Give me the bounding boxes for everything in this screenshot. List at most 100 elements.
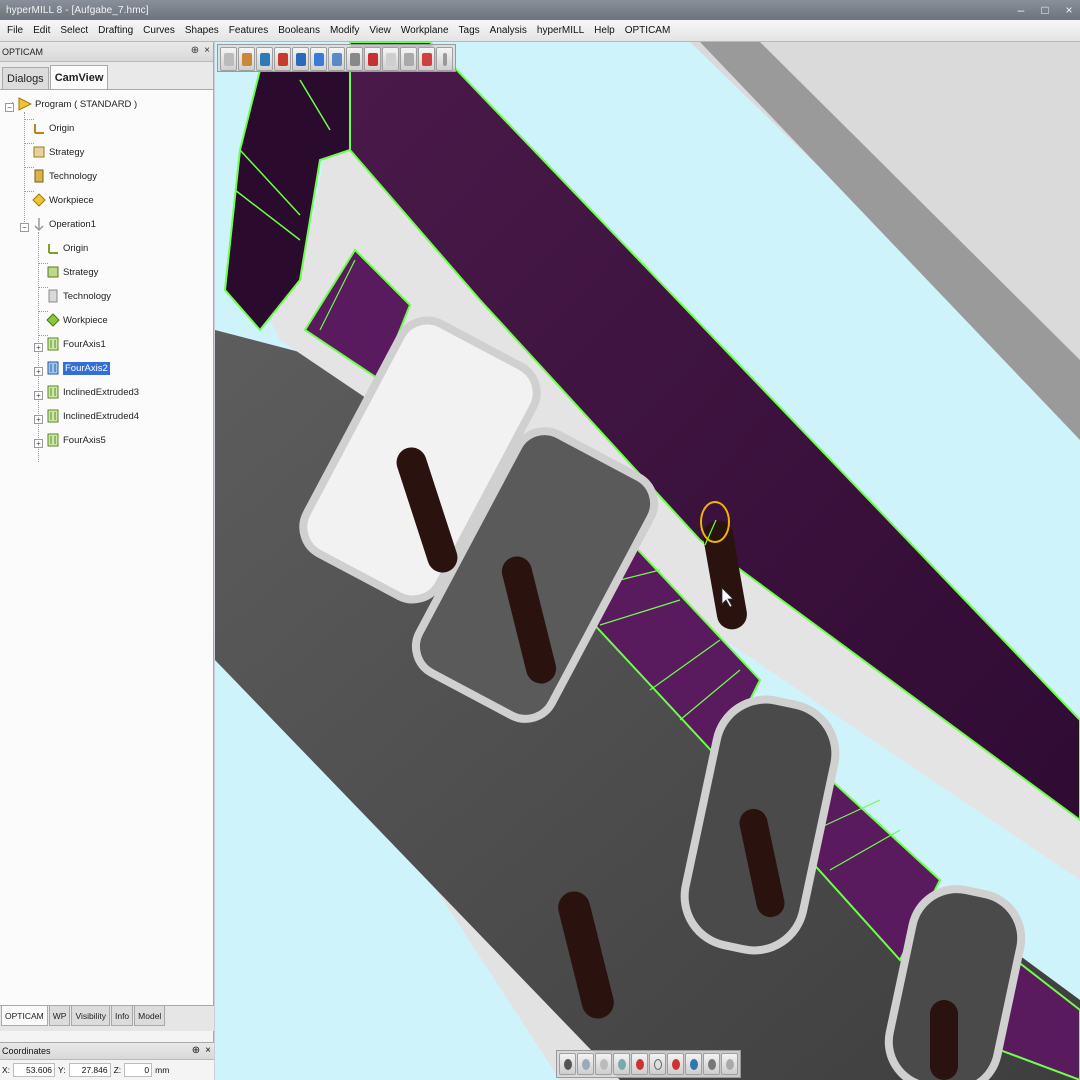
- menu-features[interactable]: Features: [224, 25, 273, 36]
- strategy-icon: [32, 145, 46, 159]
- new-file-button[interactable]: [220, 47, 237, 71]
- tab-wp[interactable]: WP: [48, 1006, 71, 1026]
- menu-workplane[interactable]: Workplane: [396, 25, 454, 36]
- menu-opticam[interactable]: OPTICAM: [620, 25, 676, 36]
- z-field[interactable]: 0: [124, 1063, 153, 1077]
- origin-icon: [46, 241, 60, 255]
- menu-curves[interactable]: Curves: [138, 25, 180, 36]
- tab-model[interactable]: Model: [134, 1006, 166, 1026]
- expand-operation-toggle[interactable]: −: [20, 223, 29, 232]
- slot-hole: [930, 1000, 958, 1080]
- menu-help[interactable]: Help: [589, 25, 620, 36]
- highlight-button[interactable]: [667, 1053, 684, 1075]
- tree-item-workpiece[interactable]: Workpiece: [32, 189, 94, 211]
- stock-button[interactable]: [418, 47, 435, 71]
- pin-icon[interactable]: ⊕: [192, 1045, 200, 1056]
- tab-dialogs[interactable]: Dialogs: [2, 67, 49, 89]
- operation-icon: [32, 217, 46, 232]
- menu-tags[interactable]: Tags: [454, 25, 485, 36]
- feature-icon: [46, 361, 60, 375]
- tab-opticam[interactable]: OPTICAM: [1, 1006, 48, 1026]
- calculate-button[interactable]: [274, 47, 291, 71]
- tree-label: FourAxis1: [63, 338, 106, 350]
- tree-label: Program ( STANDARD ): [35, 98, 138, 110]
- tree-item-feature[interactable]: InclinedExtruded3: [46, 381, 139, 403]
- tree-label: InclinedExtruded4: [63, 410, 140, 422]
- draw-button[interactable]: [703, 1053, 720, 1075]
- edit-button[interactable]: [328, 47, 345, 71]
- tab-camview[interactable]: CamView: [49, 65, 109, 89]
- panel-bottom-tabs: OPTICAM WP Visibility Info Model: [0, 1005, 214, 1031]
- tab-visibility[interactable]: Visibility: [71, 1006, 110, 1026]
- tree-item-op-strategy[interactable]: Strategy: [46, 261, 98, 283]
- tree-label: Technology: [63, 290, 112, 302]
- tree-item-op-origin[interactable]: Origin: [46, 237, 88, 259]
- menu-booleans[interactable]: Booleans: [273, 25, 325, 36]
- info-button[interactable]: [346, 47, 363, 71]
- tree-item-feature[interactable]: FourAxis1: [46, 333, 106, 355]
- opticam-panel: OPTICAM ⊕ × Dialogs CamView − Program ( …: [0, 42, 214, 1042]
- model-view: [215, 42, 1080, 1080]
- settings-view-button[interactable]: [721, 1053, 738, 1075]
- tree-item-feature[interactable]: InclinedExtruded4: [46, 405, 139, 427]
- expand-feature-toggle[interactable]: +: [34, 415, 43, 424]
- tree-label: Origin: [63, 242, 89, 254]
- tool-button[interactable]: [310, 47, 327, 71]
- tree-item-op-technology[interactable]: Technology: [46, 285, 111, 307]
- z-label: Z:: [113, 1065, 122, 1075]
- x-field[interactable]: 53.606: [13, 1063, 56, 1077]
- rotate-view-button[interactable]: [577, 1053, 594, 1075]
- tree-item-op-workpiece[interactable]: Workpiece: [46, 309, 108, 331]
- expand-feature-toggle[interactable]: +: [34, 391, 43, 400]
- menu-file[interactable]: File: [2, 25, 28, 36]
- pan-view-button[interactable]: [595, 1053, 612, 1075]
- coordinates-close-icon[interactable]: ×: [205, 1045, 211, 1056]
- tree-item-feature-selected[interactable]: FourAxis2: [46, 357, 110, 379]
- shading-button[interactable]: [559, 1053, 576, 1075]
- window-title: hyperMILL 8 - [Aufgabe_7.hmc]: [6, 4, 149, 16]
- tree-item-feature[interactable]: FourAxis5: [46, 429, 106, 451]
- open-file-button[interactable]: [238, 47, 255, 71]
- view-mode-button[interactable]: [649, 1053, 666, 1075]
- tree-label: Operation1: [49, 218, 97, 230]
- menu-edit[interactable]: Edit: [28, 25, 55, 36]
- measure-button[interactable]: [631, 1053, 648, 1075]
- menu-view[interactable]: View: [364, 25, 396, 36]
- tab-info[interactable]: Info: [110, 1006, 134, 1026]
- menu-hypermill[interactable]: hyperMILL: [532, 25, 589, 36]
- menu-select[interactable]: Select: [55, 25, 93, 36]
- expand-feature-toggle[interactable]: +: [34, 343, 43, 352]
- tool-display-button[interactable]: [685, 1053, 702, 1075]
- zoom-view-button[interactable]: [613, 1053, 630, 1075]
- close-button[interactable]: ×: [1062, 2, 1076, 18]
- menu-shapes[interactable]: Shapes: [180, 25, 224, 36]
- coordinates-row: X: 53.606 Y: 27.846 Z: 0 mm: [0, 1060, 214, 1080]
- 3d-viewport[interactable]: [215, 42, 1080, 1080]
- y-field[interactable]: 27.846: [68, 1063, 111, 1077]
- maximize-button[interactable]: □: [1038, 2, 1052, 18]
- pin-icon[interactable]: ⊕: [191, 45, 199, 56]
- undo-button[interactable]: [364, 47, 381, 71]
- menu-analysis[interactable]: Analysis: [485, 25, 532, 36]
- tree-label: FourAxis2: [63, 361, 110, 375]
- panel-close-icon[interactable]: ×: [204, 45, 210, 56]
- top-toolbar: [217, 44, 456, 72]
- expand-feature-toggle[interactable]: +: [34, 367, 43, 376]
- redo-button[interactable]: [382, 47, 399, 71]
- tree-item-program[interactable]: Program ( STANDARD ): [18, 93, 137, 115]
- tree-item-origin[interactable]: Origin: [32, 117, 74, 139]
- simulation-button[interactable]: [292, 47, 309, 71]
- settings-button[interactable]: [400, 47, 417, 71]
- tree-item-operation[interactable]: Operation1: [32, 213, 96, 235]
- expand-program-toggle[interactable]: −: [5, 103, 14, 112]
- feature-icon: [46, 433, 60, 447]
- tree-item-strategy[interactable]: Strategy: [32, 141, 84, 163]
- tree-label: Strategy: [49, 146, 85, 158]
- menu-modify[interactable]: Modify: [325, 25, 364, 36]
- pin-toolbar-button[interactable]: [436, 47, 453, 71]
- minimize-button[interactable]: –: [1014, 2, 1028, 18]
- menu-drafting[interactable]: Drafting: [93, 25, 138, 36]
- refresh-button[interactable]: [256, 47, 273, 71]
- tree-item-technology[interactable]: Technology: [32, 165, 97, 187]
- expand-feature-toggle[interactable]: +: [34, 439, 43, 448]
